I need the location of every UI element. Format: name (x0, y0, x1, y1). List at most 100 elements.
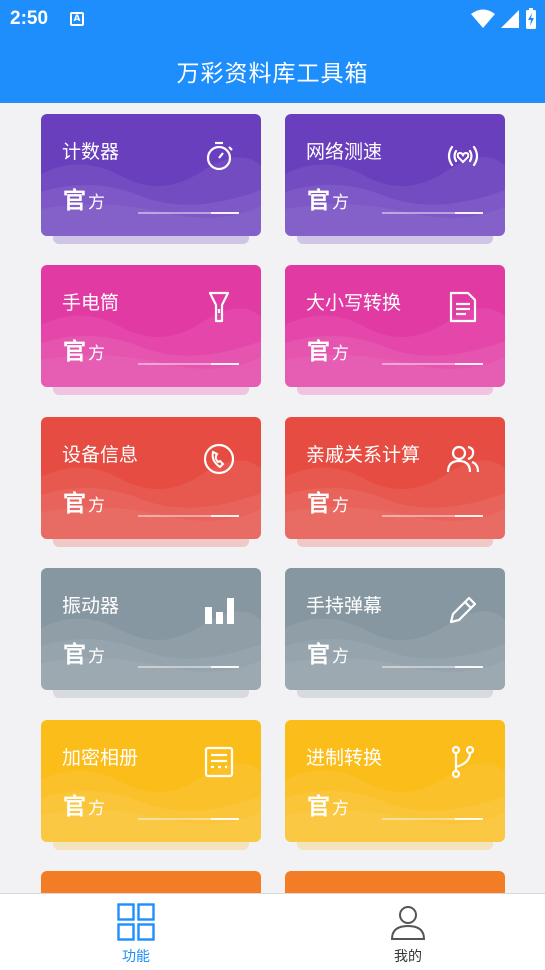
official-label: 官方 (63, 181, 105, 215)
tool-card[interactable] (41, 871, 261, 893)
card-waves (41, 308, 261, 387)
official-big: 官 (63, 794, 86, 820)
card-title: 进制转换 (306, 747, 383, 769)
official-big: 官 (63, 339, 86, 365)
tool-card[interactable]: 手电筒官方 (41, 265, 261, 395)
official-small: 方 (88, 344, 105, 364)
card-line-accent (455, 212, 483, 214)
tool-card[interactable]: 大小写转换官方 (285, 265, 505, 395)
tool-card[interactable]: 设备信息官方 (41, 417, 261, 547)
official-small: 方 (332, 344, 349, 364)
card-line-accent (211, 515, 239, 517)
official-small: 方 (332, 799, 349, 819)
official-small: 方 (88, 647, 105, 667)
card-title: 手电筒 (62, 292, 120, 314)
pencil-icon (449, 596, 477, 624)
card-line-accent (455, 818, 483, 820)
album-icon (204, 746, 234, 778)
card-body: 手电筒官方 (41, 265, 261, 387)
card-waves (285, 611, 505, 690)
official-big: 官 (63, 188, 86, 214)
card-title: 大小写转换 (306, 292, 402, 314)
card-waves (41, 157, 261, 236)
stopwatch-icon (206, 141, 233, 171)
official-label: 官方 (63, 332, 105, 366)
card-waves (285, 157, 505, 236)
nav-label-mine: 我的 (394, 949, 422, 965)
card-title: 计数器 (62, 141, 120, 163)
wifi-icon (471, 9, 495, 28)
nav-label-functions: 功能 (122, 949, 150, 965)
tool-grid[interactable]: 计数器官方网络测速官方手电筒官方大小写转换官方设备信息官方亲戚关系计算官方振动器… (0, 103, 545, 893)
official-label: 官方 (307, 181, 349, 215)
card-line-accent (211, 818, 239, 820)
tool-card[interactable] (285, 871, 505, 893)
status-bar: 2:50 A (0, 0, 545, 38)
official-label: 官方 (63, 484, 105, 518)
card-body: 网络测速官方 (285, 114, 505, 236)
tool-card[interactable]: 计数器官方 (41, 114, 261, 244)
tool-card[interactable]: 进制转换官方 (285, 720, 505, 850)
card-waves (285, 763, 505, 842)
card-title: 振动器 (62, 595, 120, 617)
card-waves (285, 308, 505, 387)
card-line-accent (455, 363, 483, 365)
official-small: 方 (332, 647, 349, 667)
card-body: 振动器官方 (41, 568, 261, 690)
battery-icon (526, 8, 536, 29)
card-body: 手持弹幕官方 (285, 568, 505, 690)
card-title: 设备信息 (62, 444, 139, 466)
card-title: 手持弹幕 (306, 595, 383, 617)
official-big: 官 (307, 339, 330, 365)
official-label: 官方 (63, 787, 105, 821)
people-icon (446, 445, 480, 473)
official-label: 官方 (307, 787, 349, 821)
card-line-accent (211, 666, 239, 668)
official-big: 官 (307, 188, 330, 214)
tool-card[interactable]: 加密相册官方 (41, 720, 261, 850)
cell-signal-icon (501, 10, 519, 28)
card-waves (285, 871, 505, 893)
tool-card[interactable]: 振动器官方 (41, 568, 261, 698)
status-time: 2:50 (10, 8, 49, 29)
card-waves (41, 460, 261, 539)
card-body: 设备信息官方 (41, 417, 261, 539)
app-bar: 万彩资料库工具箱 (0, 38, 545, 103)
card-title: 网络测速 (306, 141, 383, 163)
bottom-nav: 功能 我的 (0, 893, 545, 970)
nav-item-functions[interactable]: 功能 (0, 894, 272, 970)
card-line-accent (211, 212, 239, 214)
official-small: 方 (88, 799, 105, 819)
official-small: 方 (88, 496, 105, 516)
card-title: 加密相册 (62, 747, 139, 769)
notification-icon: A (70, 12, 85, 26)
tool-card[interactable]: 网络测速官方 (285, 114, 505, 244)
card-title: 亲戚关系计算 (306, 444, 421, 466)
tool-card[interactable]: 亲戚关系计算官方 (285, 417, 505, 547)
card-body: 进制转换官方 (285, 720, 505, 842)
official-big: 官 (307, 491, 330, 517)
official-label: 官方 (307, 635, 349, 669)
signal-heart-icon (447, 145, 479, 167)
flashlight-icon (208, 291, 230, 323)
card-waves (41, 763, 261, 842)
card-body (285, 871, 505, 893)
user-icon (390, 906, 426, 940)
official-big: 官 (307, 794, 330, 820)
grid-icon (117, 903, 155, 941)
phone-call-icon (203, 443, 235, 475)
card-line-accent (211, 363, 239, 365)
nav-item-mine[interactable]: 我的 (272, 894, 544, 970)
official-small: 方 (332, 496, 349, 516)
branch-icon (451, 745, 475, 779)
tool-card[interactable]: 手持弹幕官方 (285, 568, 505, 698)
official-label: 官方 (63, 635, 105, 669)
card-waves (285, 460, 505, 539)
status-indicators (471, 8, 537, 30)
official-big: 官 (63, 491, 86, 517)
card-body (41, 871, 261, 893)
card-body: 加密相册官方 (41, 720, 261, 842)
official-big: 官 (63, 642, 86, 668)
card-waves (41, 611, 261, 690)
official-label: 官方 (307, 332, 349, 366)
